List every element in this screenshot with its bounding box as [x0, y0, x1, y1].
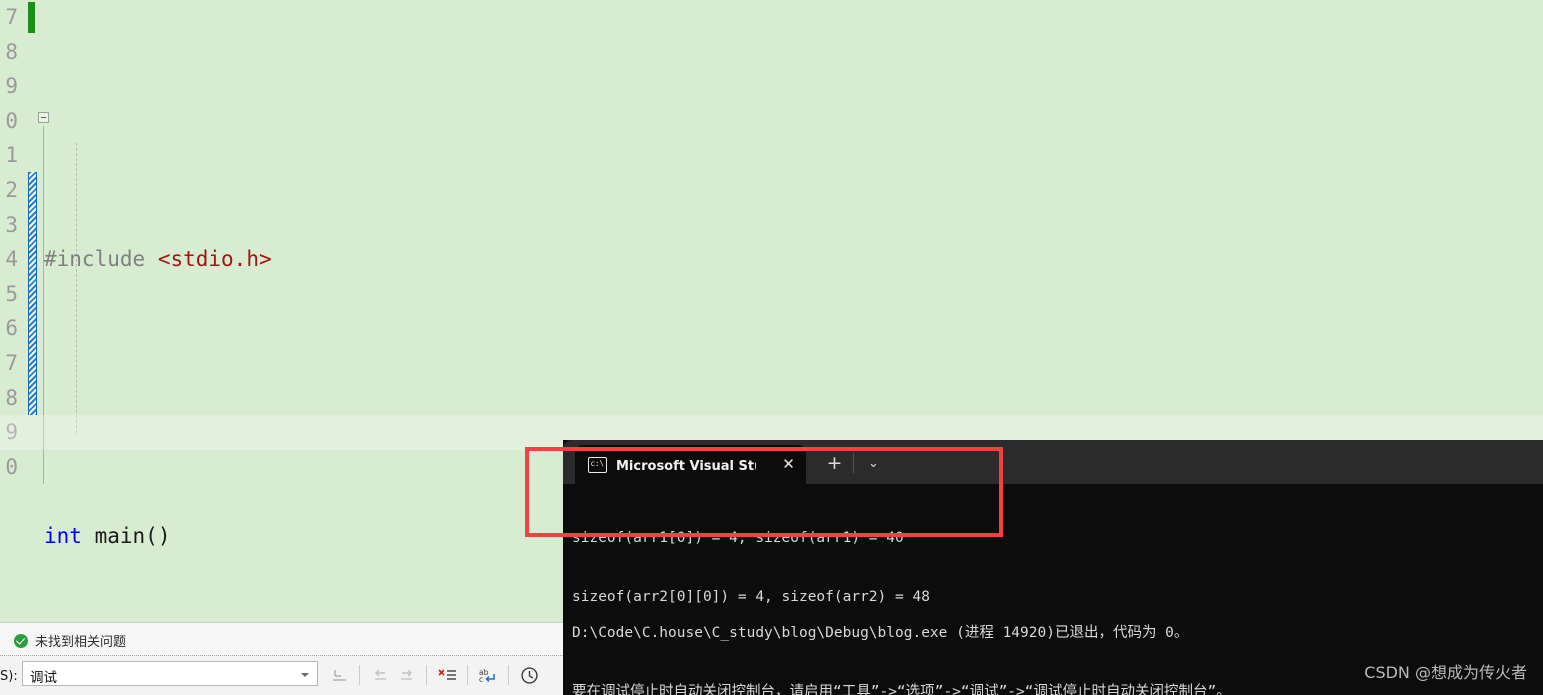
token-paren-close: ): [157, 523, 171, 548]
token-function-main: main: [94, 523, 146, 548]
toolbar-divider: [467, 665, 468, 685]
svg-text:c: c: [479, 675, 483, 684]
clear-all-icon[interactable]: [434, 662, 460, 688]
token-include-target: <stdio.h>: [157, 247, 272, 272]
output-source-value: 调试: [30, 670, 57, 686]
error-status: 未找到相关问题: [14, 631, 126, 650]
console-line: 要在调试停止时自动关闭控制台，请启用“工具”->“选项”->“调试”->“调试停…: [572, 683, 1231, 695]
arrow-right-icon[interactable]: [393, 662, 419, 688]
console-window[interactable]: Microsoft Visual Studio 调试控制台 ✕ + ⌄ size…: [563, 440, 1543, 695]
toolbar-divider: [508, 665, 509, 685]
console-line: sizeof(arr1[0]) = 4, sizeof(arr1) = 40: [572, 530, 904, 546]
check-circle-icon: [14, 633, 28, 648]
token-paren-open: (: [145, 523, 158, 548]
output-source-dropdown[interactable]: 调试: [22, 661, 318, 686]
screenshot-root: 7 8 9 0 1 2 3 4 5 6 7 8 9 0 #include <st…: [0, 0, 1543, 695]
console-title-bar[interactable]: Microsoft Visual Studio 调试控制台 ✕ + ⌄: [563, 440, 1543, 484]
arrow-left-icon[interactable]: [367, 662, 393, 688]
chevron-down-icon[interactable]: ⌄: [858, 448, 889, 479]
toolbar-divider: [426, 665, 427, 685]
console-window-icon: [588, 456, 607, 473]
console-output-rest: D:\Code\C.house\C_study\blog\Debug\blog.…: [572, 585, 1231, 695]
toolbar-divider: [359, 665, 360, 685]
console-tab[interactable]: Microsoft Visual Studio 调试控制台 ✕: [575, 445, 806, 484]
token-preprocessor: #include: [44, 247, 146, 272]
close-icon[interactable]: ✕: [780, 456, 797, 473]
output-source-label: S):: [0, 669, 18, 684]
code-line: #include <stdio.h>: [44, 242, 1220, 277]
watermark: CSDN @想成为传火者: [1364, 663, 1527, 682]
new-tab-button[interactable]: +: [818, 448, 851, 479]
token-keyword-int: int: [44, 523, 82, 548]
console-line: D:\Code\C.house\C_study\blog\Debug\blog.…: [572, 625, 1189, 641]
word-wrap-icon[interactable]: ab c: [475, 662, 501, 688]
indent-icon[interactable]: [326, 662, 352, 688]
history-clock-icon[interactable]: [516, 662, 542, 688]
error-status-label: 未找到相关问题: [35, 635, 127, 650]
titlebar-divider: [853, 453, 854, 473]
output-toolbar: ab c: [326, 660, 542, 690]
chevron-down-icon[interactable]: [301, 673, 309, 677]
console-tab-title: Microsoft Visual Studio 调试控制台: [616, 459, 756, 474]
